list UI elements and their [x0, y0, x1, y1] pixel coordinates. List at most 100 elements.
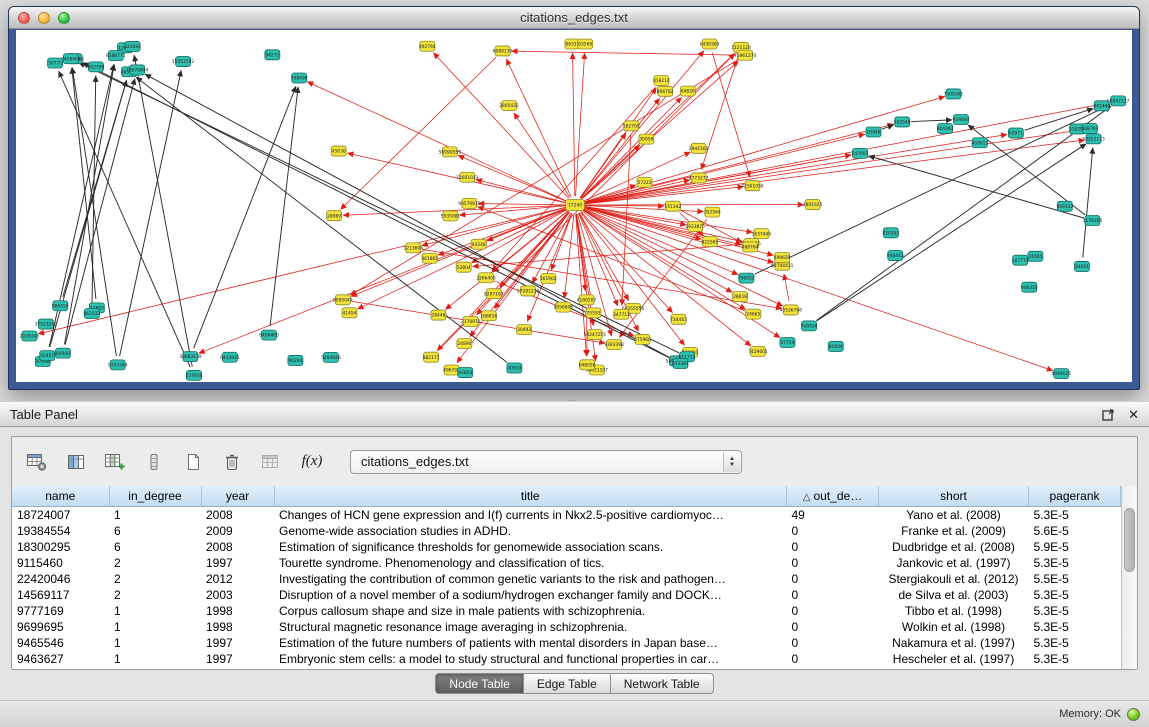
graph-node-teal[interactable]: 325084 — [124, 41, 141, 51]
graph-node-teal[interactable]: 6456465 — [259, 330, 279, 340]
cell-out_degree[interactable]: 0 — [787, 523, 879, 539]
cell-in_degree[interactable]: 2 — [109, 587, 201, 603]
graph-node-yellow[interactable]: 5637446 — [752, 229, 772, 239]
graph-node-yellow[interactable]: 28618 — [733, 292, 748, 302]
graph-node-teal[interactable]: 58947237 — [1107, 96, 1130, 106]
minimize-button[interactable] — [38, 12, 50, 24]
tab-network-table[interactable]: Network Table — [611, 673, 714, 694]
cell-short[interactable]: Jankovic et al. (1997) — [879, 555, 1029, 571]
graph-node-teal[interactable]: 247901 — [852, 148, 869, 158]
table-row[interactable]: 946554611997Estimation of the future num… — [12, 635, 1121, 651]
graph-node-yellow[interactable]: 9056606 — [554, 302, 574, 312]
column-header-short[interactable]: short — [879, 486, 1029, 506]
network-selector-combo[interactable]: citations_edges.txt ▲ ▼ — [350, 450, 742, 474]
cell-title[interactable]: Embryonic stem cells: a model to study s… — [274, 651, 787, 667]
delete-rows-icon[interactable] — [217, 448, 247, 476]
new-column-icon[interactable] — [100, 448, 130, 476]
cell-name[interactable]: 9777169 — [12, 603, 109, 619]
table-mode-icon[interactable] — [22, 448, 52, 476]
cell-title[interactable]: Estimation of significance thresholds fo… — [274, 539, 787, 555]
graph-node-teal[interactable]: 9386771 — [106, 51, 126, 61]
float-panel-icon[interactable] — [1102, 408, 1115, 421]
cell-short[interactable]: Yano et al. (2008) — [879, 506, 1029, 523]
graph-node-teal[interactable]: 6433941 — [220, 352, 240, 362]
cell-short[interactable]: Dudbridge et al. (2008) — [879, 539, 1029, 555]
cell-in_degree[interactable]: 1 — [109, 651, 201, 667]
graph-node-yellow[interactable]: 28969 — [327, 211, 342, 221]
column-header-out_degree[interactable]: △out_de… — [787, 486, 879, 506]
graph-node-yellow[interactable]: 3178970 — [461, 316, 481, 326]
cell-name[interactable]: 19384554 — [12, 523, 109, 539]
graph-node-yellow[interactable]: 72301056 — [741, 181, 764, 191]
graph-node-teal[interactable]: 768498 — [291, 73, 308, 83]
graph-node-yellow[interactable]: 275960 — [634, 334, 651, 344]
graph-node-teal[interactable]: 53252113 — [1082, 134, 1105, 144]
graph-node-yellow[interactable]: 896782 — [657, 86, 674, 96]
cell-title[interactable]: Changes of HCN gene expression and I(f) … — [274, 506, 787, 523]
cell-pagerank[interactable]: 5.5E-5 — [1029, 571, 1121, 587]
cell-pagerank[interactable]: 5.3E-5 — [1029, 635, 1121, 651]
window-titlebar[interactable]: citations_edges.txt — [9, 7, 1139, 29]
cell-out_degree[interactable]: 0 — [787, 635, 879, 651]
graph-node-yellow[interactable]: 75555 — [586, 308, 601, 318]
cell-out_degree[interactable]: 0 — [787, 555, 879, 571]
cell-year[interactable]: 2008 — [201, 539, 274, 555]
graph-node-yellow[interactable]: 2944163 — [689, 143, 709, 153]
cell-in_degree[interactable]: 1 — [109, 506, 201, 523]
table-row[interactable]: 2242004622012Investigating the contribut… — [12, 571, 1121, 587]
column-header-pagerank[interactable]: pagerank — [1029, 486, 1121, 506]
graph-node-teal[interactable]: 929860 — [953, 115, 970, 125]
graph-node-yellow[interactable]: 71601013 — [456, 172, 479, 182]
graph-node-yellow[interactable]: 9383398 — [604, 340, 624, 350]
cell-pagerank[interactable]: 5.3E-5 — [1029, 555, 1121, 571]
graph-node-teal[interactable]: 2939345 — [20, 331, 40, 341]
graph-node-yellow[interactable]: 2266405 — [476, 273, 496, 283]
graph-node-teal[interactable]: 872381 — [672, 358, 689, 368]
cell-pagerank[interactable]: 5.3E-5 — [1029, 603, 1121, 619]
graph-node-teal[interactable]: 96200 — [288, 355, 303, 365]
cell-title[interactable]: Genome-wide association studies in ADHD. — [274, 523, 787, 539]
cell-short[interactable]: de Silva et al. (2003) — [879, 587, 1029, 603]
cell-year[interactable]: 2009 — [201, 523, 274, 539]
graph-node-yellow[interactable]: 822565 — [701, 237, 718, 247]
cell-title[interactable]: Investigating the contribution of common… — [274, 571, 787, 587]
cell-name[interactable]: 22420046 — [12, 571, 109, 587]
graph-node-yellow[interactable]: 4773277 — [689, 173, 709, 183]
cell-year[interactable]: 2012 — [201, 571, 274, 587]
cell-name[interactable]: 14569117 — [12, 587, 109, 603]
graph-node-teal[interactable]: 948443 — [887, 251, 904, 261]
graph-node-yellow[interactable]: 24890 — [457, 339, 472, 349]
cell-in_degree[interactable]: 2 — [109, 571, 201, 587]
graph-node-yellow[interactable]: 352544 — [704, 207, 721, 217]
new-document-icon[interactable] — [178, 448, 208, 476]
graph-node-teal[interactable]: 420193 — [882, 228, 899, 238]
tab-edge-table[interactable]: Edge Table — [524, 673, 611, 694]
graph-node-yellow[interactable]: 57222 — [637, 177, 652, 187]
graph-node-teal[interactable]: 963333 — [83, 309, 100, 319]
cell-name[interactable]: 9465546 — [12, 635, 109, 651]
graph-node-yellow[interactable]: 30958 — [639, 134, 654, 144]
graph-node-yellow[interactable]: 168816 — [480, 311, 497, 321]
graph-node-yellow[interactable]: 58090559 — [439, 147, 462, 157]
graph-node-teal[interactable]: 38683139 — [179, 352, 202, 362]
combo-stepper-icon[interactable]: ▲ ▼ — [723, 452, 740, 472]
graph-node-yellow[interactable]: 499639 — [774, 252, 791, 262]
cell-title[interactable]: Corpus callosum shape and size in male p… — [274, 603, 787, 619]
cell-out_degree[interactable]: 0 — [787, 587, 879, 603]
cell-short[interactable]: Hescheler et al. (1997) — [879, 651, 1029, 667]
graph-node-teal[interactable]: 40819 — [507, 363, 522, 373]
graph-node-yellow[interactable]: 561902 — [540, 274, 557, 284]
graph-node-teal[interactable]: 107772 — [1012, 255, 1029, 265]
graph-node-teal[interactable]: 804283 — [937, 123, 954, 133]
cell-year[interactable]: 1997 — [201, 555, 274, 571]
table-row[interactable]: 1872400712008Changes of HCN gene express… — [12, 506, 1121, 523]
graph-node-teal[interactable]: 31665 — [1028, 251, 1043, 261]
graph-node-yellow[interactable]: 488784 — [742, 242, 759, 252]
cell-short[interactable]: Stergiakouli et al. (2012) — [879, 571, 1029, 587]
graph-node-teal[interactable]: 403013 — [971, 138, 988, 148]
cell-in_degree[interactable]: 2 — [109, 555, 201, 571]
graph-node-yellow[interactable]: 30493 — [517, 325, 532, 335]
graph-node-teal[interactable]: 7458460 — [61, 54, 81, 64]
graph-node-teal[interactable]: 5484948 — [321, 352, 341, 362]
graph-node-teal[interactable]: 81839 — [828, 341, 843, 351]
